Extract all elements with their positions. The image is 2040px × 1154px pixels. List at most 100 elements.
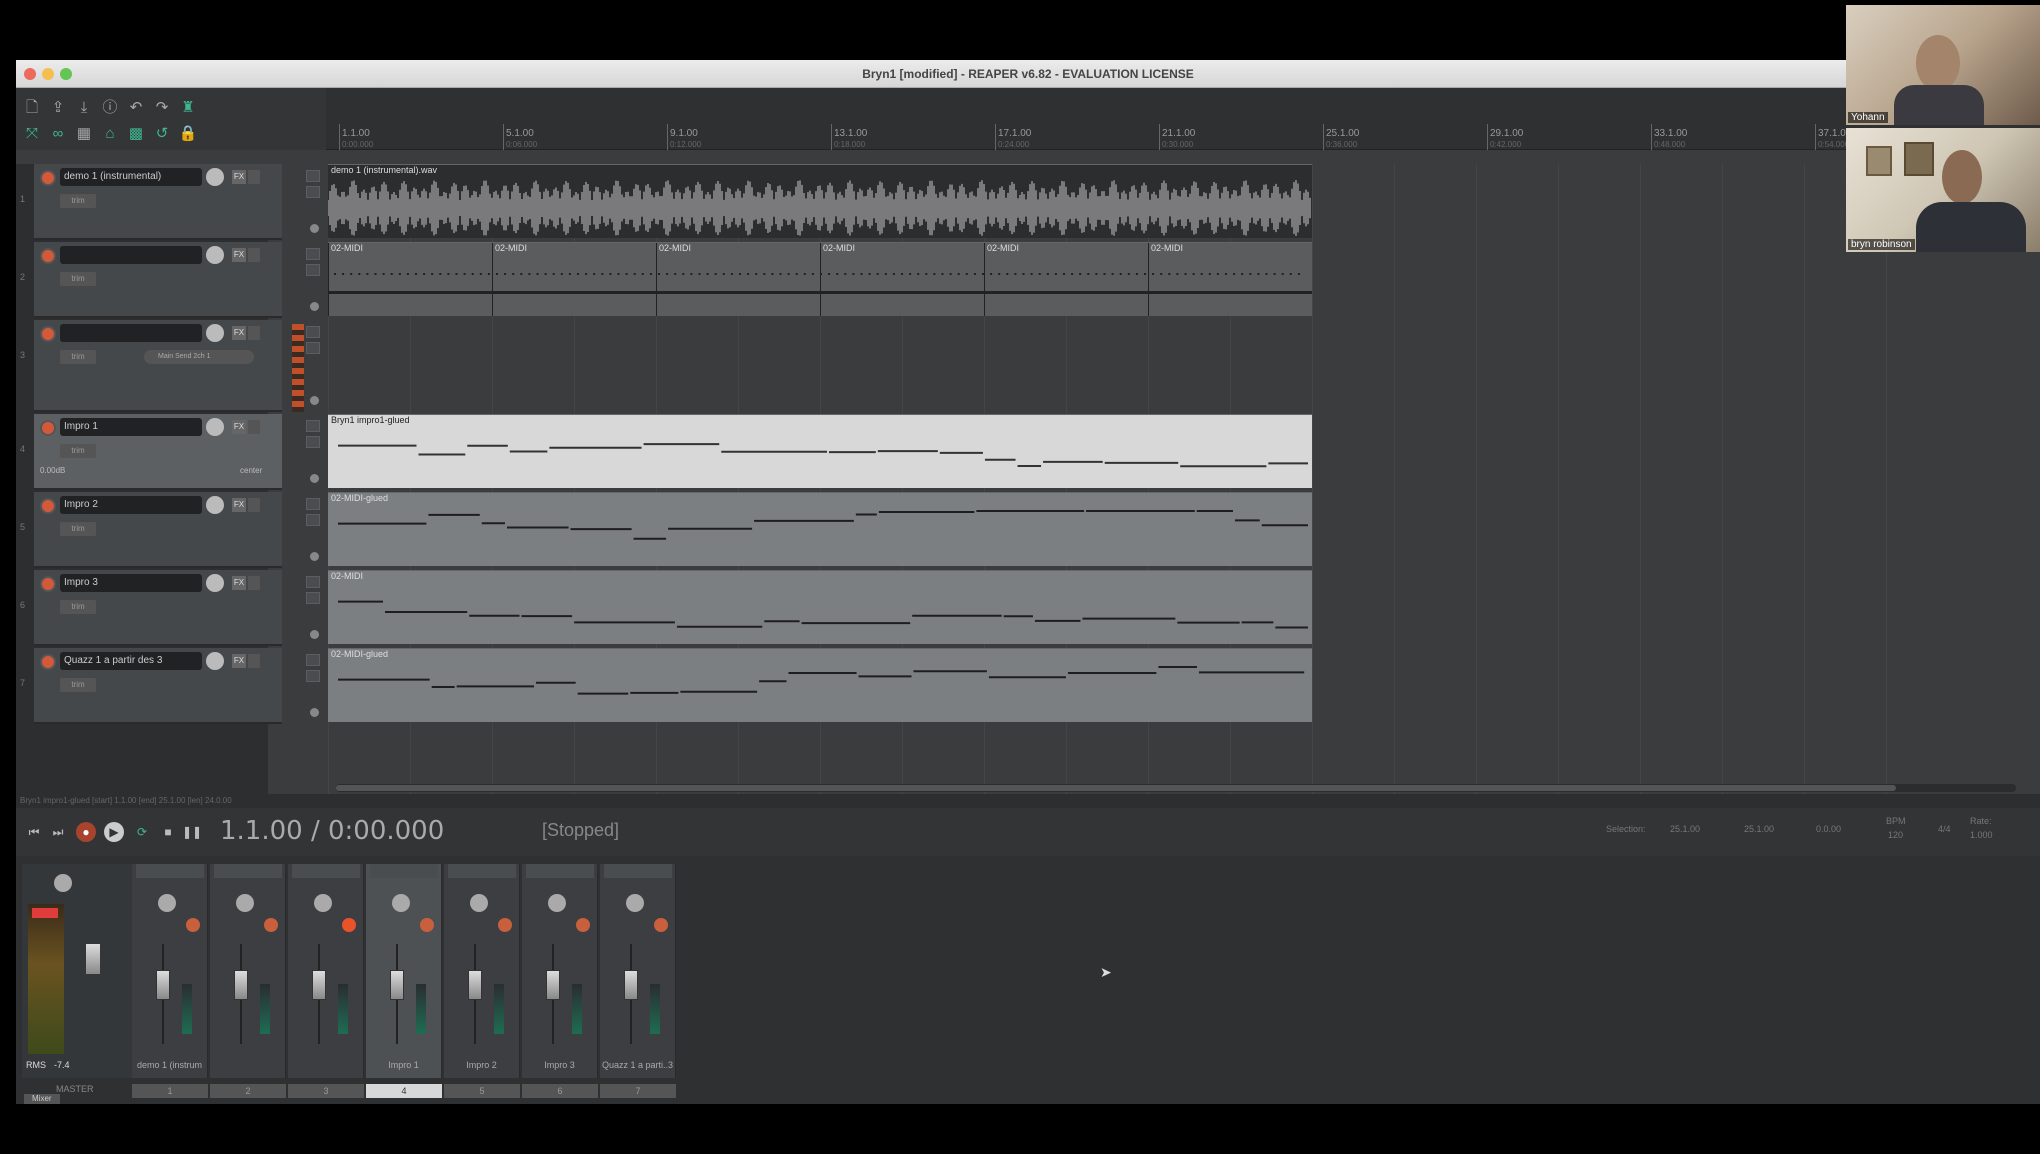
- io-button[interactable]: [248, 654, 260, 668]
- media-item[interactable]: 02-MIDI-glued: [328, 492, 1312, 566]
- record-arm-button[interactable]: [40, 248, 56, 264]
- ripple-edit-icon[interactable]: ⤧: [22, 124, 42, 144]
- media-item[interactable]: 02-MIDI: [328, 570, 1312, 644]
- volume-fader[interactable]: [390, 970, 404, 1000]
- volume-knob[interactable]: [206, 324, 224, 342]
- io-button[interactable]: [248, 576, 260, 590]
- mixer-channel-strip[interactable]: demo 1 (instrum: [132, 864, 208, 1078]
- master-pan-knob[interactable]: [54, 874, 72, 892]
- fx-button[interactable]: FX: [232, 498, 246, 512]
- repeat-icon[interactable]: ⟳: [132, 822, 152, 842]
- horizontal-scrollbar[interactable]: [336, 784, 2016, 792]
- volume-knob[interactable]: [206, 418, 224, 436]
- mute-button[interactable]: [306, 326, 320, 338]
- io-button[interactable]: [248, 498, 260, 512]
- track-panel[interactable]: 1 demo 1 (instrumental) FX trim: [20, 164, 282, 240]
- mixer-channel-strip[interactable]: Quazz 1 a parti..3: [600, 864, 676, 1078]
- open-project-icon[interactable]: ⇪: [48, 98, 68, 118]
- redo-icon[interactable]: ↷: [152, 98, 172, 118]
- volume-fader[interactable]: [468, 970, 482, 1000]
- grid-icon[interactable]: ▦: [74, 124, 94, 144]
- track-name[interactable]: Impro 3: [60, 574, 202, 592]
- loop-icon[interactable]: ↺: [152, 124, 172, 144]
- volume-knob[interactable]: [206, 574, 224, 592]
- fx-slot[interactable]: [292, 864, 360, 878]
- automation-mode-button[interactable]: trim: [60, 194, 96, 208]
- pan-knob[interactable]: [236, 894, 254, 912]
- lock-icon[interactable]: 🔒: [178, 124, 198, 144]
- mute-button[interactable]: [306, 654, 320, 666]
- track-name[interactable]: [60, 246, 202, 264]
- track-panel[interactable]: 2 FX trim: [20, 242, 282, 318]
- fx-slot[interactable]: [526, 864, 594, 878]
- volume-fader[interactable]: [624, 970, 638, 1000]
- fx-button[interactable]: FX: [232, 326, 246, 340]
- io-button[interactable]: [248, 170, 260, 184]
- rate-value[interactable]: 1.000: [1970, 830, 1993, 840]
- channel-number[interactable]: 7: [600, 1084, 676, 1098]
- pan-knob[interactable]: [314, 894, 332, 912]
- track-name[interactable]: demo 1 (instrumental): [60, 168, 202, 186]
- fx-slot[interactable]: [214, 864, 282, 878]
- phase-button[interactable]: [310, 552, 319, 561]
- io-button[interactable]: [248, 248, 260, 262]
- channel-number[interactable]: 1: [132, 1084, 208, 1098]
- go-to-start-icon[interactable]: ⏮: [24, 822, 44, 842]
- selection-start[interactable]: 25.1.00: [1670, 824, 1700, 834]
- time-signature[interactable]: 4/4: [1938, 824, 1951, 834]
- fx-button[interactable]: FX: [232, 654, 246, 668]
- save-project-icon[interactable]: ⤓: [74, 98, 94, 118]
- channel-number[interactable]: 4: [366, 1084, 442, 1098]
- automation-mode-button[interactable]: trim: [60, 350, 96, 364]
- channel-number[interactable]: 3: [288, 1084, 364, 1098]
- mixer-channel-strip[interactable]: [288, 864, 364, 1078]
- pan-knob[interactable]: [470, 894, 488, 912]
- record-arm-button[interactable]: [498, 918, 512, 932]
- mute-button[interactable]: [306, 420, 320, 432]
- record-arm-button[interactable]: [40, 576, 56, 592]
- fx-slot[interactable]: [370, 864, 438, 878]
- track-panel[interactable]: 7 Quazz 1 a partir des 3 FX trim: [20, 648, 282, 724]
- io-button[interactable]: [248, 420, 260, 434]
- volume-fader[interactable]: [234, 970, 248, 1000]
- undo-icon[interactable]: ↶: [126, 98, 146, 118]
- fx-slot[interactable]: [448, 864, 516, 878]
- volume-knob[interactable]: [206, 652, 224, 670]
- automation-mode-button[interactable]: trim: [60, 272, 96, 286]
- track-panel[interactable]: 5 Impro 2 FX trim: [20, 492, 282, 568]
- solo-button[interactable]: [306, 342, 320, 354]
- pan-knob[interactable]: [158, 894, 176, 912]
- phase-button[interactable]: [310, 474, 319, 483]
- snap-icon[interactable]: ⌂: [100, 124, 120, 144]
- solo-button[interactable]: [306, 436, 320, 448]
- phase-button[interactable]: [310, 396, 319, 405]
- track-panel[interactable]: 3 FX trim Main Send 2ch 1: [20, 320, 282, 412]
- record-arm-button[interactable]: [40, 498, 56, 514]
- track-name[interactable]: Impro 1: [60, 418, 202, 436]
- automation-mode-button[interactable]: trim: [60, 444, 96, 458]
- record-arm-button[interactable]: [40, 326, 56, 342]
- solo-button[interactable]: [306, 186, 320, 198]
- grid-lines-icon[interactable]: ▩: [126, 124, 146, 144]
- selection-length[interactable]: 0.0.00: [1816, 824, 1841, 834]
- timeline-ruler[interactable]: 1.1.00 0:00.000 5.1.00 0:06.000 9.1.00 0…: [326, 88, 2040, 150]
- phase-button[interactable]: [310, 302, 319, 311]
- fx-slot[interactable]: [604, 864, 672, 878]
- record-arm-button[interactable]: [40, 170, 56, 186]
- media-item[interactable]: demo 1 (instrumental).wav: [328, 164, 1312, 238]
- record-arm-button[interactable]: [40, 654, 56, 670]
- pan-knob[interactable]: [548, 894, 566, 912]
- channel-number[interactable]: 5: [444, 1084, 520, 1098]
- volume-knob[interactable]: [206, 168, 224, 186]
- solo-button[interactable]: [306, 670, 320, 682]
- volume-fader[interactable]: [546, 970, 560, 1000]
- selection-end[interactable]: 25.1.00: [1744, 824, 1774, 834]
- track-volume[interactable]: 0.00dB: [40, 466, 65, 475]
- record-arm-button[interactable]: [654, 918, 668, 932]
- automation-mode-button[interactable]: trim: [60, 678, 96, 692]
- mute-button[interactable]: [306, 170, 320, 182]
- io-button[interactable]: [248, 326, 260, 340]
- mixer-channel-strip[interactable]: [210, 864, 286, 1078]
- project-settings-icon[interactable]: ⓘ: [100, 98, 120, 118]
- mute-button[interactable]: [306, 248, 320, 260]
